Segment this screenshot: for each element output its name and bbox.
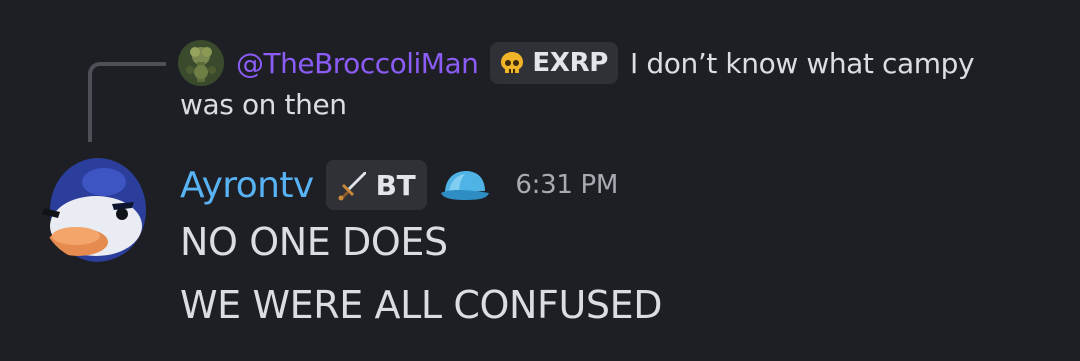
user-guild-tag[interactable]: BT: [325, 160, 428, 210]
message-username[interactable]: Ayrontv: [180, 165, 314, 206]
penguin-avatar-icon: [42, 158, 146, 262]
reply-author-avatar[interactable]: [178, 40, 224, 86]
user-tag-label: BT: [375, 168, 416, 202]
message-header: Ayrontv BT 6:31 PM: [180, 158, 618, 212]
user-avatar[interactable]: [40, 152, 150, 262]
helmet-icon: [441, 171, 490, 200]
reply-preview[interactable]: @TheBroccoliMan EXRP I don’t know what c…: [236, 40, 975, 86]
reply-text-line2: was on then: [180, 88, 347, 121]
message-line-2: WE WERE ALL CONFUSED: [180, 283, 663, 327]
helmet-badge[interactable]: [439, 165, 491, 205]
reply-text-line1: I don’t know what campy: [630, 46, 975, 80]
broccoli-avatar-icon: [178, 40, 224, 86]
reply-guild-tag[interactable]: EXRP: [490, 42, 619, 84]
reply-tag-label: EXRP: [532, 48, 609, 78]
skull-icon: [501, 52, 524, 73]
message-timestamp: 6:31 PM: [515, 170, 619, 200]
reply-connector: [88, 62, 166, 142]
message-line-1: NO ONE DOES: [180, 220, 448, 264]
sword-icon: [338, 172, 366, 201]
reply-author-name[interactable]: @TheBroccoliMan: [236, 47, 479, 80]
